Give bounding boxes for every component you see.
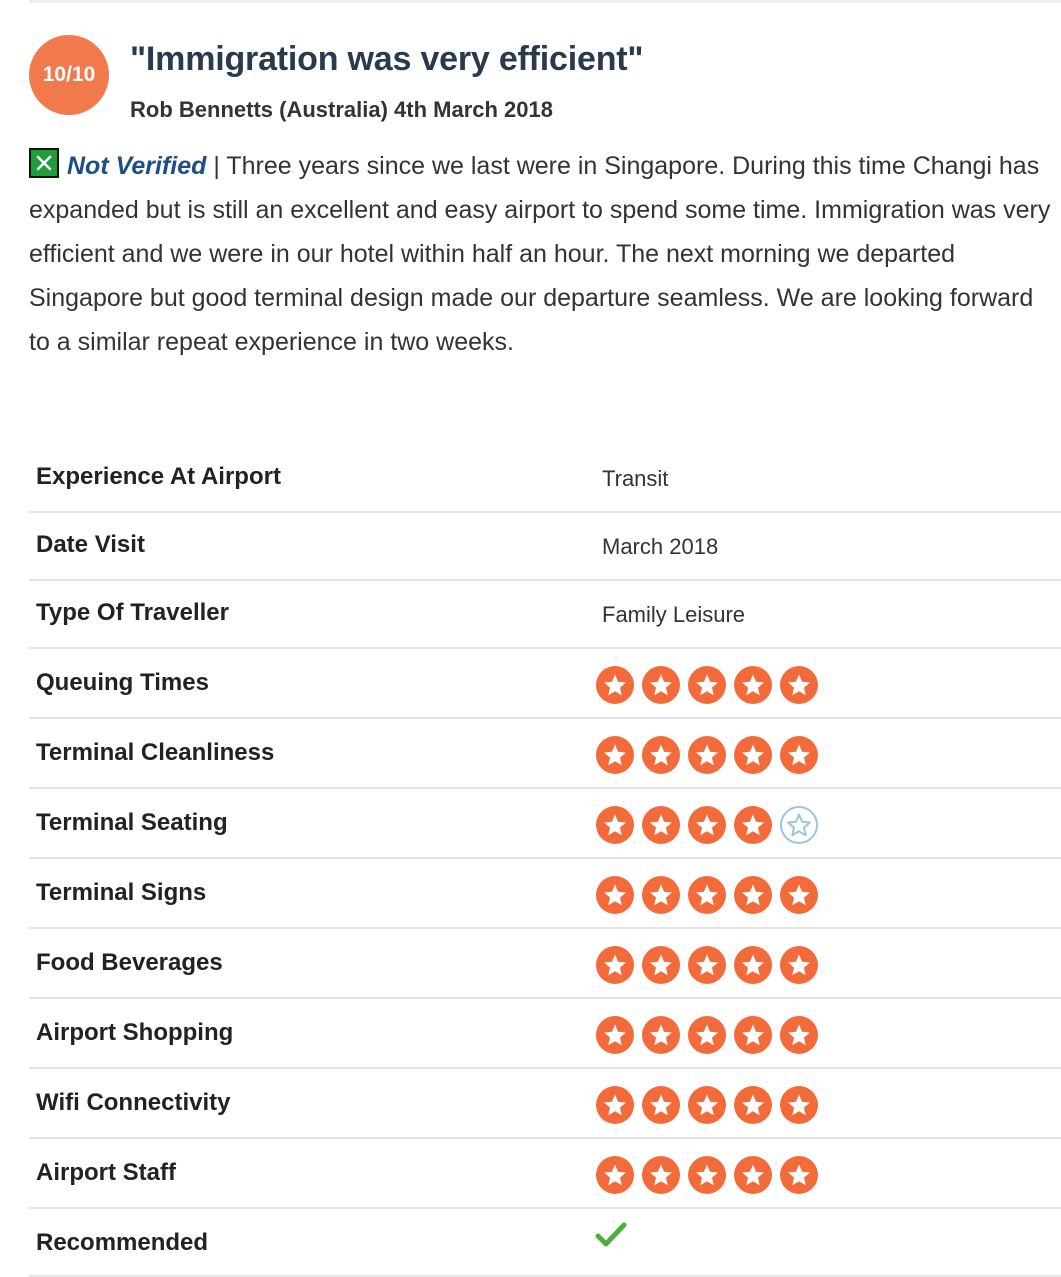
rating-table: Experience At Airport Transit Date Visit… [29, 445, 1061, 1277]
star-filled-icon [734, 1086, 772, 1124]
top-divider [29, 0, 1061, 3]
star-filled-icon [734, 736, 772, 774]
star-rating [595, 875, 819, 915]
star-filled-icon [688, 876, 726, 914]
star-rating [595, 805, 819, 845]
star-filled-icon [780, 1156, 818, 1194]
star-filled-icon [642, 1016, 680, 1054]
star-filled-icon [734, 806, 772, 844]
star-filled-icon [780, 946, 818, 984]
star-filled-icon [688, 806, 726, 844]
row-label: Experience At Airport [36, 463, 281, 490]
rating-row-cleanliness: Terminal Cleanliness [29, 719, 1061, 789]
review-title: "Immigration was very efficient" [130, 40, 644, 78]
rating-row-seating: Terminal Seating [29, 789, 1061, 859]
row-value: March 2018 [602, 534, 719, 559]
star-filled-icon [688, 666, 726, 704]
detail-row-traveller: Type Of Traveller Family Leisure [29, 581, 1061, 649]
star-rating [595, 735, 819, 775]
review-text: Not Verified | Three years since we last… [29, 144, 1059, 364]
verification-status: Not Verified [67, 152, 207, 180]
star-filled-icon [688, 1016, 726, 1054]
star-filled-icon [780, 666, 818, 704]
row-label: Terminal Cleanliness [36, 739, 275, 766]
star-filled-icon [734, 1156, 772, 1194]
check-icon [595, 1222, 627, 1247]
star-filled-icon [780, 736, 818, 774]
row-label: Airport Staff [36, 1159, 176, 1186]
recommended-row: Recommended [29, 1209, 1061, 1277]
rating-row-food: Food Beverages [29, 929, 1061, 999]
star-filled-icon [596, 1016, 634, 1054]
star-filled-icon [780, 876, 818, 914]
row-label: Airport Shopping [36, 1019, 234, 1046]
star-rating [595, 945, 819, 985]
rating-row-queuing: Queuing Times [29, 649, 1061, 719]
row-value: Family Leisure [602, 602, 746, 627]
star-filled-icon [734, 1016, 772, 1054]
star-filled-icon [780, 1086, 818, 1124]
review-body: Three years since we last were in Singap… [29, 152, 1051, 356]
separator: | [206, 152, 227, 180]
star-filled-icon [734, 946, 772, 984]
star-filled-icon [642, 1086, 680, 1124]
row-label: Type Of Traveller [36, 599, 229, 626]
star-filled-icon [596, 1086, 634, 1124]
review-byline: Rob Bennetts (Australia) 4th March 2018 [130, 97, 553, 122]
row-label: Wifi Connectivity [36, 1089, 231, 1116]
star-filled-icon [596, 1156, 634, 1194]
row-value: Transit [602, 466, 669, 491]
row-label: Date Visit [36, 531, 145, 558]
row-label: Terminal Signs [36, 879, 207, 906]
star-filled-icon [642, 876, 680, 914]
star-filled-icon [642, 1156, 680, 1194]
star-filled-icon [688, 1086, 726, 1124]
star-filled-icon [780, 1016, 818, 1054]
star-filled-icon [688, 1156, 726, 1194]
star-rating [595, 665, 819, 705]
star-filled-icon [688, 946, 726, 984]
star-filled-icon [596, 946, 634, 984]
star-rating [595, 1155, 819, 1195]
row-label: Queuing Times [36, 669, 209, 696]
rating-row-staff: Airport Staff [29, 1139, 1061, 1209]
star-rating [595, 1015, 819, 1055]
detail-row-date: Date Visit March 2018 [29, 513, 1061, 581]
rating-row-signs: Terminal Signs [29, 859, 1061, 929]
star-filled-icon [688, 736, 726, 774]
star-filled-icon [596, 806, 634, 844]
star-filled-icon [596, 666, 634, 704]
rating-row-shopping: Airport Shopping [29, 999, 1061, 1069]
score-badge: 10/10 [29, 35, 109, 115]
star-filled-icon [642, 666, 680, 704]
star-filled-icon [734, 666, 772, 704]
star-filled-icon [596, 736, 634, 774]
row-label: Food Beverages [36, 949, 223, 976]
star-filled-icon [642, 946, 680, 984]
detail-row-experience: Experience At Airport Transit [29, 445, 1061, 513]
star-filled-icon [596, 876, 634, 914]
star-filled-icon [642, 806, 680, 844]
star-empty-icon [780, 806, 818, 844]
row-label: Terminal Seating [36, 809, 228, 836]
star-filled-icon [642, 736, 680, 774]
x-box-icon [29, 148, 59, 178]
star-filled-icon [734, 876, 772, 914]
rating-row-wifi: Wifi Connectivity [29, 1069, 1061, 1139]
row-label: Recommended [36, 1229, 209, 1256]
star-rating [595, 1085, 819, 1125]
